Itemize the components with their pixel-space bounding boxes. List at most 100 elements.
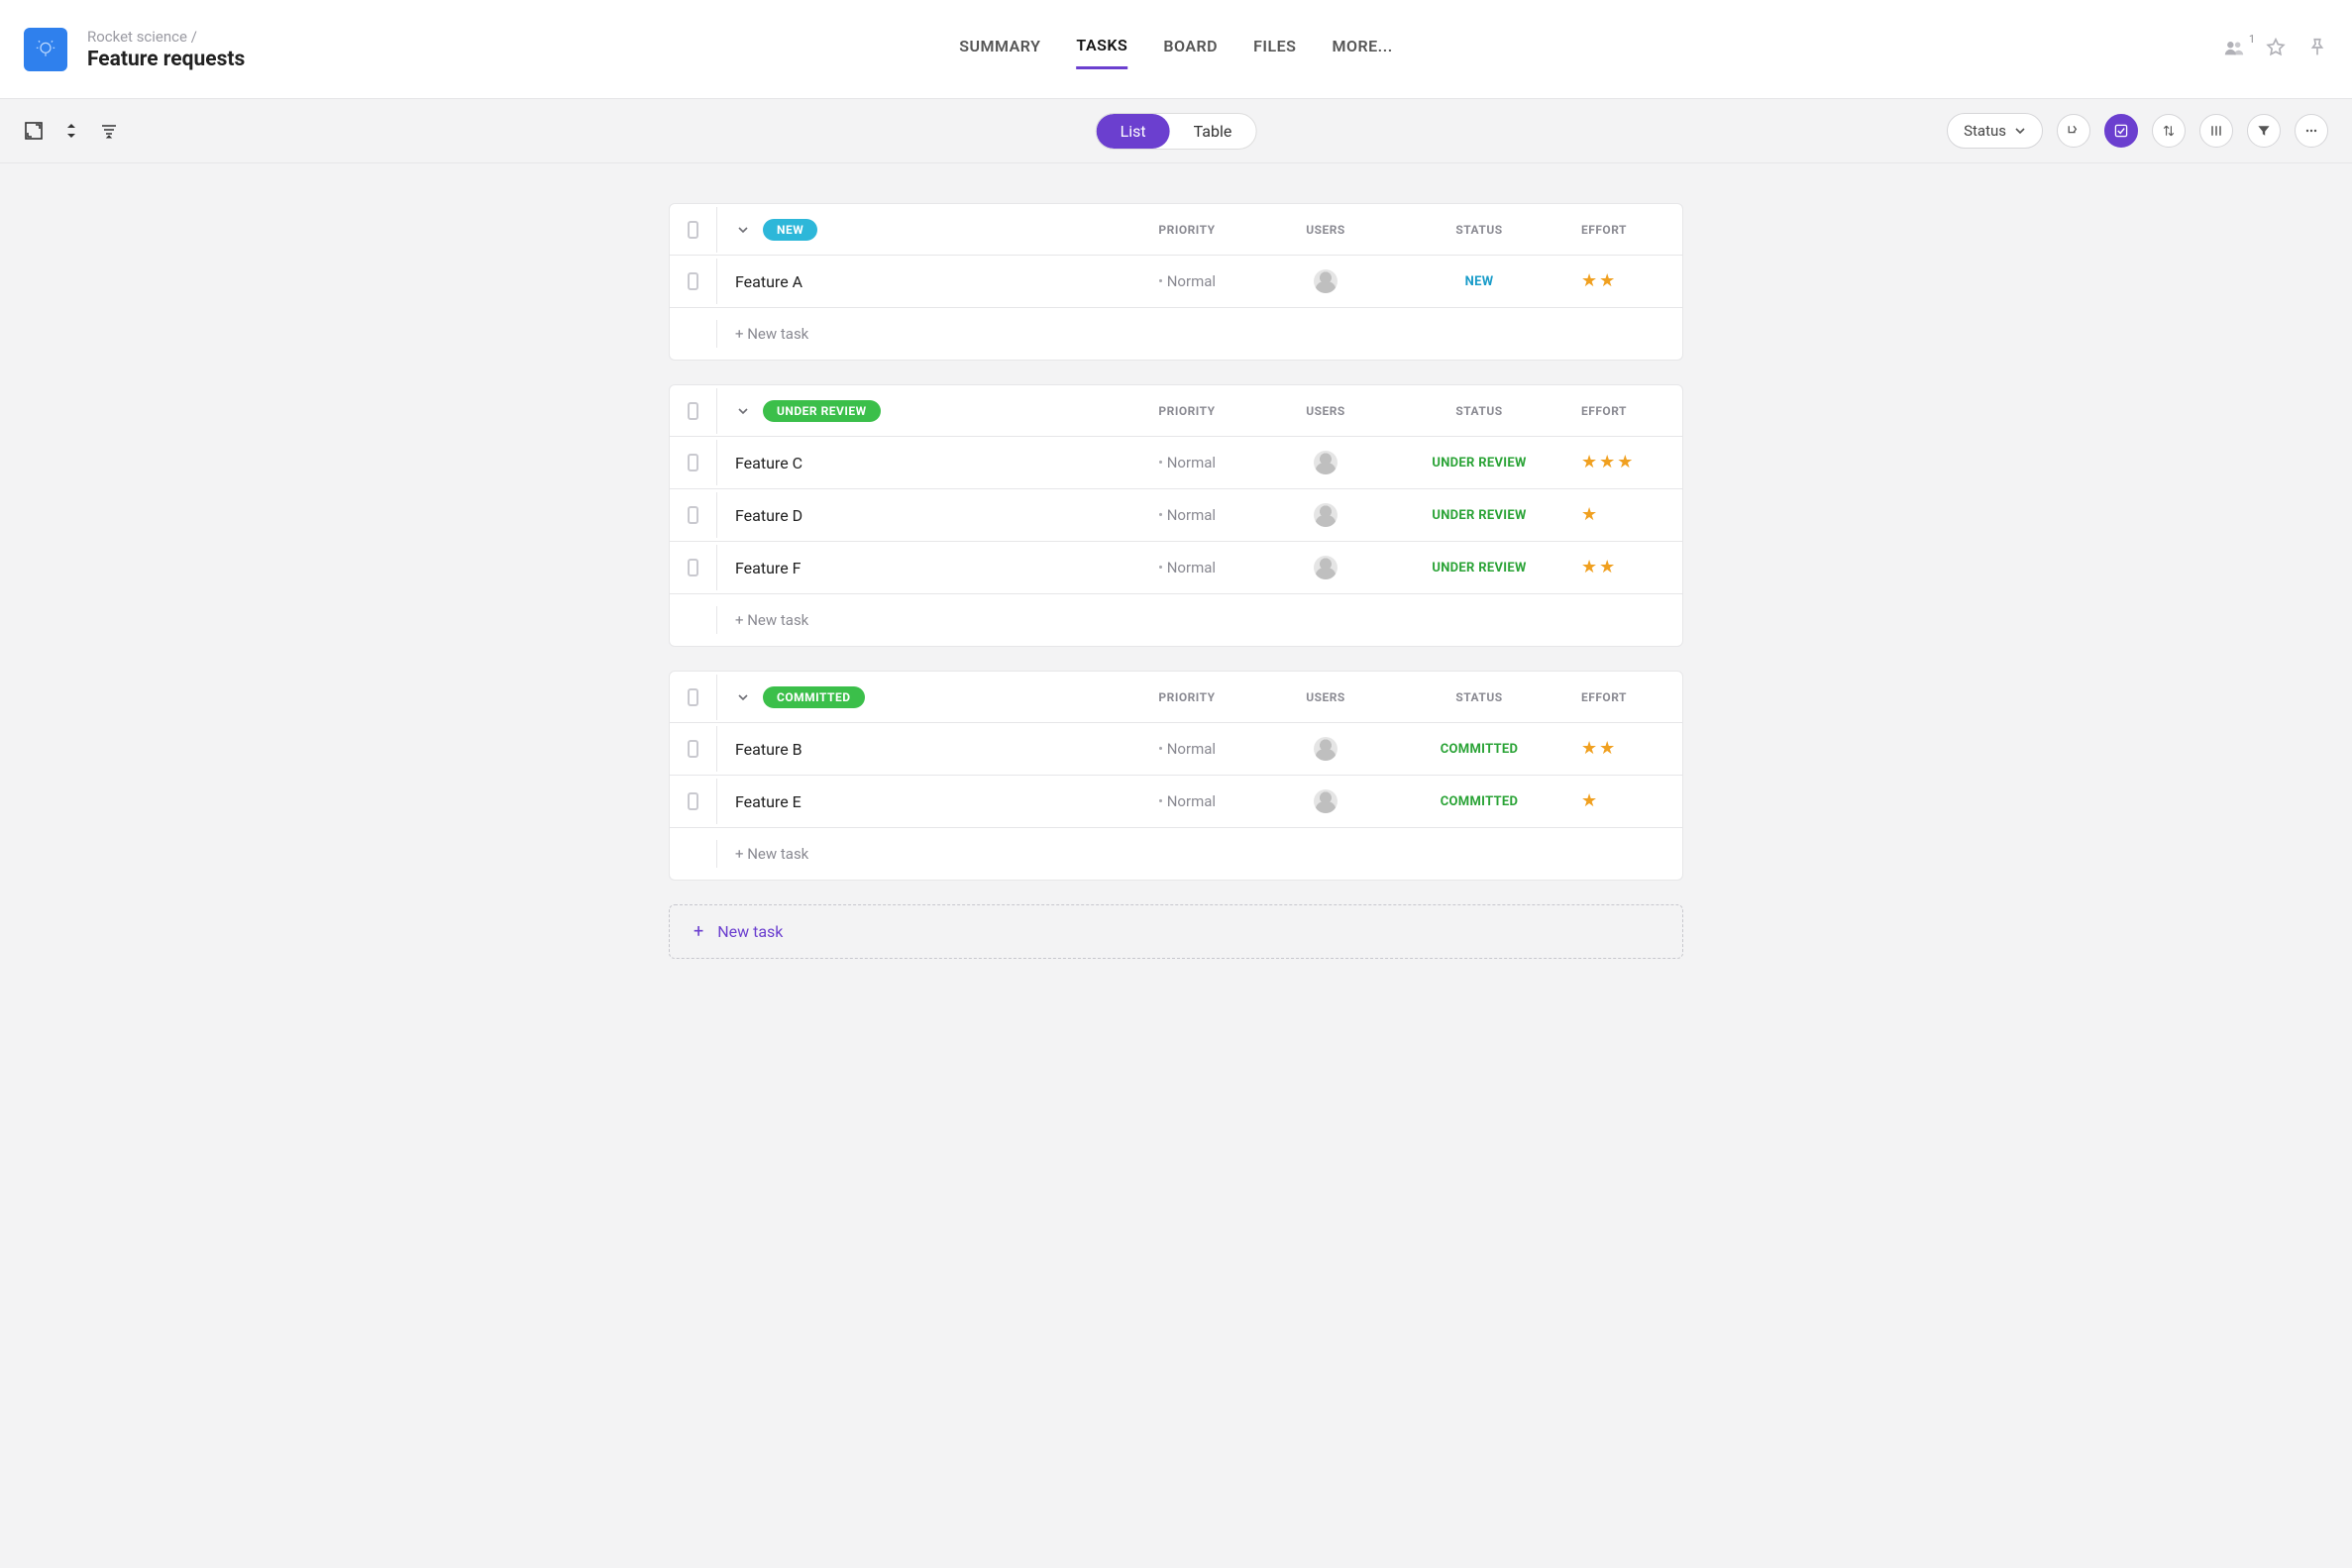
task-effort-cell[interactable]: ★ (1563, 492, 1682, 538)
task-priority-cell[interactable]: Normal (1118, 492, 1256, 538)
task-row[interactable]: Feature DNormal UNDER REVIEW ★ (670, 489, 1682, 542)
task-name[interactable]: Feature F (717, 545, 1118, 591)
select-all-checkbox[interactable] (688, 221, 698, 239)
tab-files[interactable]: FILES (1253, 31, 1296, 67)
favorite-button[interactable] (2265, 37, 2287, 62)
col-header-priority: PRIORITY (1118, 677, 1256, 718)
lightbulb-icon (36, 40, 55, 59)
star-icon: ★ (1599, 272, 1615, 290)
task-status-cell[interactable]: COMMITTED (1395, 728, 1563, 771)
task-priority-cell[interactable]: Normal (1118, 545, 1256, 590)
task-effort-cell[interactable]: ★ (1563, 779, 1682, 824)
user-avatar[interactable] (1314, 737, 1337, 761)
select-all-cell (670, 675, 717, 720)
task-status-cell[interactable]: UNDER REVIEW (1395, 547, 1563, 589)
group-collapse-toggle[interactable] (735, 403, 751, 419)
view-list-tab[interactable]: List (1097, 114, 1170, 149)
star-icon (2265, 37, 2287, 58)
task-priority-cell[interactable]: Normal (1118, 779, 1256, 824)
task-users-cell[interactable] (1256, 256, 1395, 307)
user-avatar[interactable] (1314, 451, 1337, 474)
task-status-cell[interactable]: UNDER REVIEW (1395, 442, 1563, 484)
tab-more[interactable]: MORE... (1332, 31, 1392, 67)
select-all-checkbox[interactable] (688, 688, 698, 706)
sort-button[interactable] (2152, 114, 2186, 148)
task-effort-cell[interactable]: ★★ (1563, 259, 1682, 304)
filter-button[interactable] (2247, 114, 2281, 148)
group-title-cell: UNDER REVIEW (717, 386, 1118, 436)
more-options-button[interactable] (2295, 114, 2328, 148)
col-header-users: USERS (1256, 390, 1395, 432)
columns-button[interactable] (2199, 114, 2233, 148)
task-users-cell[interactable] (1256, 542, 1395, 593)
task-name[interactable]: Feature B (717, 726, 1118, 773)
row-checkbox[interactable] (688, 740, 698, 758)
user-avatar[interactable] (1314, 556, 1337, 579)
completed-toggle[interactable] (2104, 114, 2138, 148)
task-effort-cell[interactable]: ★★ (1563, 726, 1682, 772)
user-avatar[interactable] (1314, 503, 1337, 527)
task-status-cell[interactable]: COMMITTED (1395, 781, 1563, 823)
task-row[interactable]: Feature FNormal UNDER REVIEW★★ (670, 542, 1682, 594)
group-collapse-toggle[interactable] (735, 689, 751, 705)
task-status-cell[interactable]: UNDER REVIEW (1395, 494, 1563, 537)
task-name[interactable]: Feature C (717, 440, 1118, 486)
view-table-tab[interactable]: Table (1170, 114, 1256, 149)
select-all-checkbox[interactable] (688, 402, 698, 420)
top-header: Rocket science / Feature requests SUMMAR… (0, 0, 2352, 99)
task-row[interactable]: Feature ENormal COMMITTED★ (670, 776, 1682, 828)
task-row[interactable]: Feature ANormal NEW ★★ (670, 256, 1682, 308)
new-task-button[interactable]: +New task (669, 904, 1683, 959)
task-users-cell[interactable] (1256, 723, 1395, 775)
breadcrumb[interactable]: Rocket science / (87, 28, 245, 46)
star-icon: ★ (1599, 740, 1615, 758)
task-priority-cell[interactable]: Normal (1118, 726, 1256, 772)
task-name[interactable]: Feature D (717, 492, 1118, 539)
task-row[interactable]: Feature CNormal UNDER REVIEW★★★ (670, 437, 1682, 489)
row-checkbox[interactable] (688, 272, 698, 290)
tab-board[interactable]: BOARD (1163, 31, 1218, 67)
group-status-chip: NEW (763, 219, 817, 241)
task-effort-cell[interactable]: ★★★ (1563, 440, 1682, 485)
pin-button[interactable] (2306, 37, 2328, 62)
add-task-inline[interactable]: + New task (717, 311, 1118, 357)
task-name[interactable]: Feature A (717, 259, 1118, 305)
filter-collapse-button[interactable] (99, 121, 119, 141)
group-status-chip: UNDER REVIEW (763, 400, 881, 422)
task-users-cell[interactable] (1256, 489, 1395, 541)
col-header-users: USERS (1256, 677, 1395, 718)
task-users-cell[interactable] (1256, 437, 1395, 488)
row-checkbox[interactable] (688, 506, 698, 524)
footer-spacer (670, 606, 717, 634)
task-name[interactable]: Feature E (717, 779, 1118, 825)
row-checkbox[interactable] (688, 792, 698, 810)
effort-stars: ★★ (1581, 272, 1615, 290)
add-task-inline[interactable]: + New task (717, 831, 1118, 877)
breadcrumb-parent[interactable]: Rocket science (87, 28, 187, 46)
expand-button[interactable] (24, 121, 44, 141)
group-collapse-toggle[interactable] (735, 222, 751, 238)
task-effort-cell[interactable]: ★★ (1563, 545, 1682, 590)
add-task-inline[interactable]: + New task (717, 597, 1118, 643)
indent-view-button[interactable] (2057, 114, 2090, 148)
row-checkbox[interactable] (688, 559, 698, 576)
star-icon: ★ (1581, 559, 1597, 576)
effort-stars: ★ (1581, 506, 1597, 524)
task-row[interactable]: Feature BNormal COMMITTED★★ (670, 723, 1682, 776)
star-icon: ★ (1581, 454, 1597, 471)
task-users-cell[interactable] (1256, 776, 1395, 827)
tab-tasks[interactable]: TASKS (1076, 30, 1127, 69)
tab-summary[interactable]: SUMMARY (959, 31, 1040, 67)
followers-button[interactable]: 1 (2223, 37, 2245, 62)
user-avatar[interactable] (1314, 269, 1337, 293)
collapse-all-button[interactable] (61, 121, 81, 141)
row-checkbox[interactable] (688, 454, 698, 471)
task-group: NEWPRIORITYUSERSSTATUSEFFORTFeature ANor… (669, 203, 1683, 361)
user-avatar[interactable] (1314, 789, 1337, 813)
task-priority-cell[interactable]: Normal (1118, 440, 1256, 485)
task-priority-cell[interactable]: Normal (1118, 259, 1256, 304)
content: NEWPRIORITYUSERSSTATUSEFFORTFeature ANor… (0, 163, 2352, 1568)
task-group: UNDER REVIEWPRIORITYUSERSSTATUSEFFORTFea… (669, 384, 1683, 647)
task-status-cell[interactable]: NEW (1395, 261, 1563, 303)
groupby-dropdown[interactable]: Status (1947, 113, 2043, 149)
